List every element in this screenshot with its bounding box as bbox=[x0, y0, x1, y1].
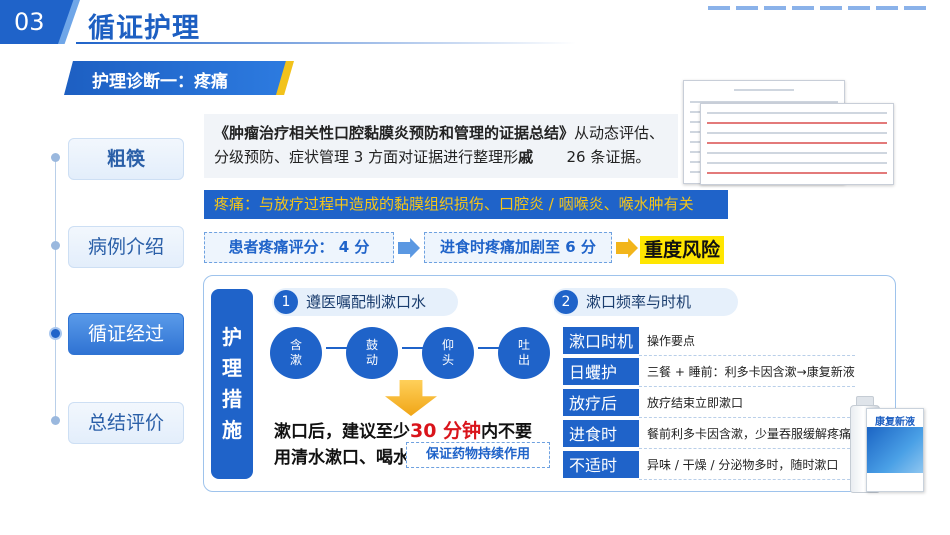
source-text: 26 条证据。 bbox=[566, 148, 651, 166]
table-cell-time: 放疗后 bbox=[563, 389, 639, 418]
step-tilt-head: 仰 头 bbox=[422, 327, 474, 379]
eating-pain-score: 进食时疼痛加剧至 6 分 bbox=[424, 232, 612, 263]
table-row: 不适时 异味 / 干燥 / 分泌物多时，随时漱口 bbox=[563, 451, 855, 480]
section-number-badge: 1 bbox=[274, 290, 298, 314]
table-cell-time: 进食时 bbox=[563, 420, 639, 449]
step-spit: 吐 出 bbox=[498, 327, 550, 379]
care-label-char: 理 bbox=[222, 356, 242, 380]
section-title: 遵医嘱配制漱口水 bbox=[306, 293, 427, 311]
source-text-bold: 戚 bbox=[518, 148, 534, 166]
step-swish: 鼓 动 bbox=[346, 327, 398, 379]
advice-highlight: 30 分钟 bbox=[410, 420, 482, 442]
medicine-box-image: 康复新液 bbox=[866, 408, 924, 492]
arrow-right-icon bbox=[616, 238, 638, 258]
care-measures-label: 护 理 措 施 bbox=[211, 289, 253, 479]
risk-level: 重度风险 bbox=[640, 236, 725, 264]
source-text: 分级预防、症状管理 3 方面对证据进行整理形 bbox=[214, 148, 519, 166]
section-header-mouthwash: 1 遵医嘱配制漱口水 bbox=[272, 288, 458, 316]
step-text: 仰 bbox=[441, 338, 454, 352]
nav-dot bbox=[51, 153, 60, 162]
step-text: 头 bbox=[441, 353, 454, 367]
page-title: 循证护理 bbox=[88, 13, 200, 44]
nav-item-evidence[interactable]: 循证经过 bbox=[68, 313, 184, 355]
nav-dot bbox=[51, 416, 60, 425]
step-text: 吐 bbox=[517, 338, 530, 352]
step-text: 鼓 bbox=[365, 338, 378, 352]
evidence-source: 《肿瘤治疗相关性口腔黏膜炎预防和管理的证据总结》从动态评估、 分级预防、症状管理… bbox=[204, 114, 678, 178]
pain-score: 患者疼痛评分： 4 分 bbox=[204, 232, 394, 263]
product-name: 康复新液 bbox=[875, 417, 915, 428]
step-text: 漱 bbox=[289, 353, 302, 367]
document-thumbnail bbox=[700, 103, 894, 185]
step-text: 出 bbox=[517, 353, 530, 367]
diagnosis-label: 护理诊断一：疼痛 bbox=[92, 72, 228, 92]
source-text: 从动态评估、 bbox=[574, 124, 665, 142]
table-header-cell: 操作要点 bbox=[639, 327, 855, 356]
nav-item-case[interactable]: 病例介绍 bbox=[68, 226, 184, 268]
table-row: 进食时 餐前利多卡因含漱，少量吞服缓解疼痛 bbox=[563, 420, 855, 449]
nav-dot bbox=[51, 241, 60, 250]
table-header-cell: 漱口时机 bbox=[563, 327, 639, 356]
step-text: 含 bbox=[289, 338, 302, 352]
table-row: 日蠼护 三餐 + 睡前：利多卡因含漱→康复新液喷口 bbox=[563, 358, 855, 408]
step-rinse: 含 漱 bbox=[270, 327, 322, 379]
arrow-right-icon bbox=[398, 238, 420, 258]
keep-effect-note: 保证药物持续作用 bbox=[406, 442, 550, 468]
care-label-char: 护 bbox=[222, 325, 242, 349]
care-label-char: 措 bbox=[222, 387, 242, 411]
header-bar: 03 循证护理 bbox=[0, 0, 950, 44]
nav-item-evaluation[interactable]: 总结评价 bbox=[68, 402, 184, 444]
table-cell-detail: 异味 / 干燥 / 分泌物多时，随时漱口 bbox=[639, 451, 855, 480]
section-header-timing: 2 漱口频率与时机 bbox=[552, 288, 738, 316]
medicine-box-band bbox=[867, 427, 923, 473]
advice-text: 漱口后，建议至少 bbox=[274, 422, 410, 442]
advice-text: 用清水漱口、喝水 bbox=[274, 448, 410, 468]
header-decoration bbox=[708, 6, 928, 10]
section-title: 漱口频率与时机 bbox=[586, 293, 692, 311]
diagnosis-banner: 护理诊断一：疼痛 bbox=[64, 61, 294, 95]
section-number-badge: 2 bbox=[554, 290, 578, 314]
table-row: 放疗后 放疗结束立即漱口 bbox=[563, 389, 855, 418]
table-row: 漱口时机 操作要点 bbox=[563, 327, 855, 356]
table-cell-time: 日蠼护 bbox=[563, 358, 639, 387]
header-underline bbox=[76, 42, 576, 44]
nav-timeline bbox=[55, 157, 56, 417]
pain-definition: 疼痛：与放疗过程中造成的黏膜组织损伤、口腔炎 / 咽喉炎、喉水肿有关 bbox=[204, 190, 728, 219]
step-text: 动 bbox=[365, 353, 378, 367]
source-title: 《肿瘤治疗相关性口腔黏膜炎预防和管理的证据总结》 bbox=[214, 124, 575, 142]
nav-item-intro[interactable]: 粗筷 bbox=[68, 138, 184, 180]
table-cell-detail: 三餐 + 睡前：利多卡因含漱→康复新液喷口 bbox=[639, 358, 855, 408]
table-cell-time: 不适时 bbox=[563, 451, 639, 480]
nav-dot-active bbox=[49, 327, 62, 340]
table-cell-detail: 放疗结束立即漱口 bbox=[639, 389, 855, 418]
care-label-char: 施 bbox=[222, 418, 242, 442]
table-cell-detail: 餐前利多卡因含漱，少量吞服缓解疼痛 bbox=[639, 420, 855, 449]
advice-text: 内不要 bbox=[481, 422, 533, 442]
